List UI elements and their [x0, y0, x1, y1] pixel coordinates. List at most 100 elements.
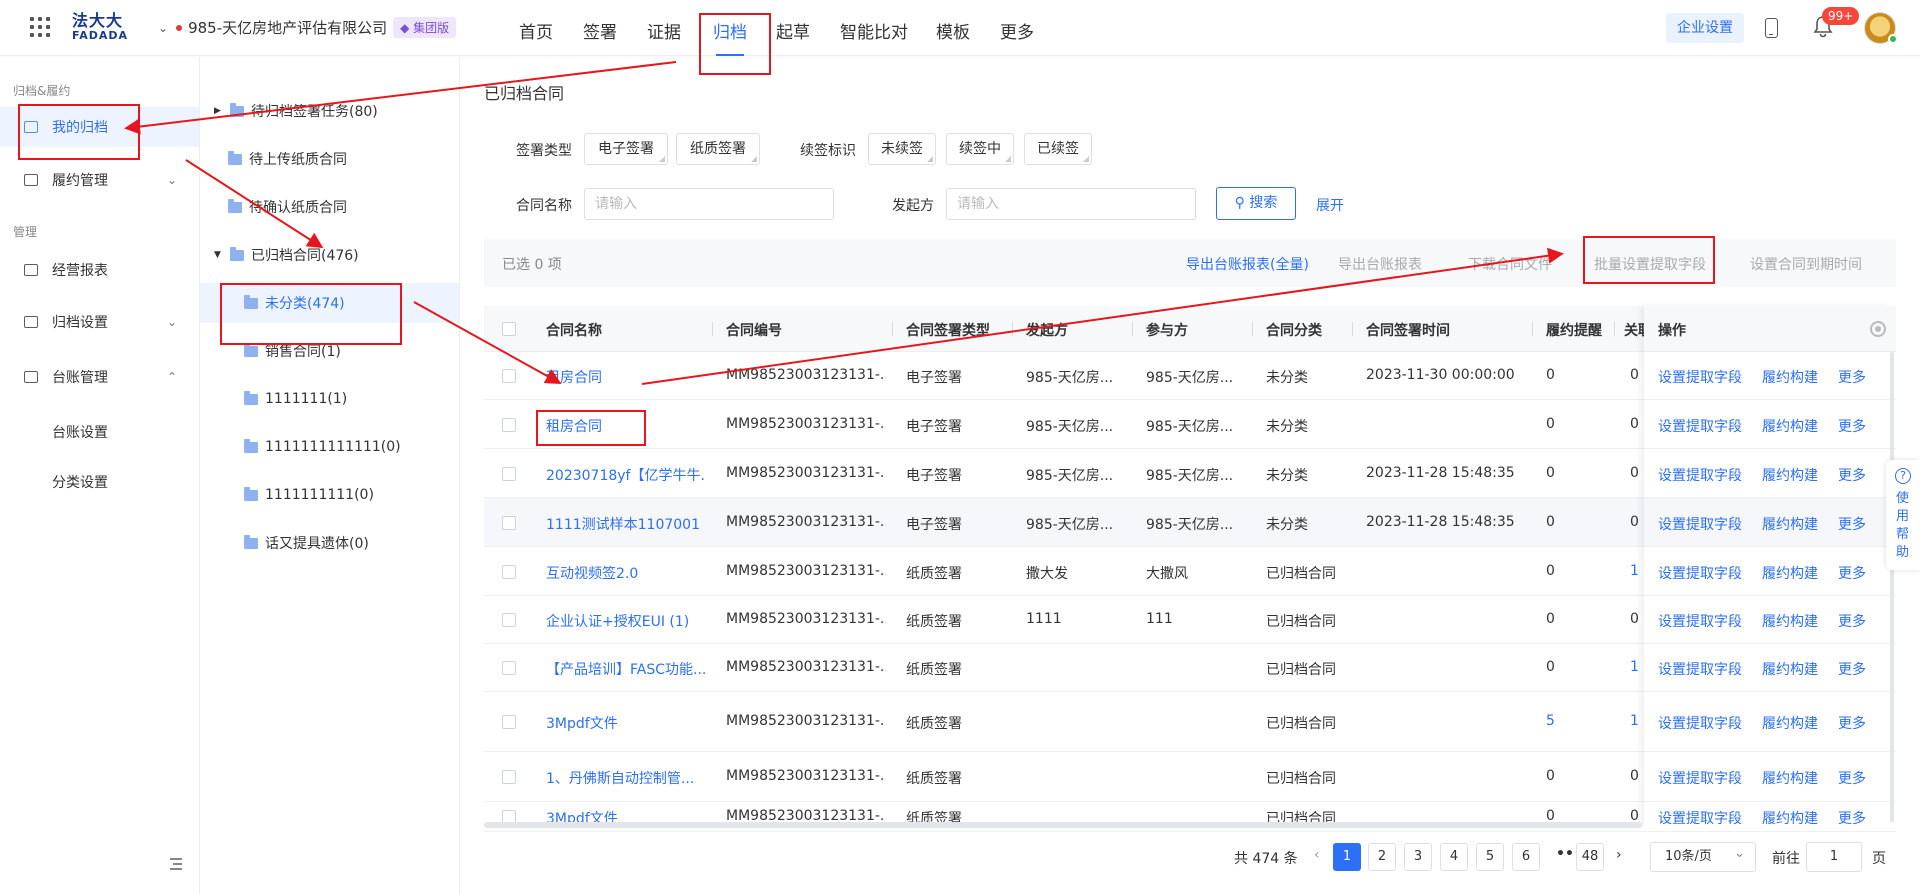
- row-checkbox[interactable]: [502, 516, 516, 530]
- more-link[interactable]: 更多: [1838, 563, 1866, 583]
- set-fields-link[interactable]: 设置提取字段: [1658, 611, 1742, 631]
- contract-name-input[interactable]: 请输入: [584, 188, 834, 220]
- more-link[interactable]: 更多: [1838, 367, 1866, 387]
- col-divider[interactable]: [1132, 322, 1133, 336]
- tree-item-pending-confirm[interactable]: 待确认纸质合同: [228, 187, 347, 227]
- page-3[interactable]: 3: [1404, 843, 1432, 871]
- set-expiry-button[interactable]: 设置合同到期时间: [1750, 254, 1862, 274]
- build-performance-link[interactable]: 履约构建: [1762, 465, 1818, 485]
- set-fields-link[interactable]: 设置提取字段: [1658, 514, 1742, 534]
- prev-page-icon[interactable]: ‹: [1314, 847, 1320, 863]
- build-performance-link[interactable]: 履约构建: [1762, 563, 1818, 583]
- cell-contract-name[interactable]: 1、丹佛斯自动控制管...: [546, 768, 706, 788]
- more-link[interactable]: 更多: [1838, 659, 1866, 679]
- tree-item-other[interactable]: 话又提具遗体(0): [244, 523, 369, 563]
- more-link[interactable]: 更多: [1838, 465, 1866, 485]
- row-checkbox[interactable]: [502, 369, 516, 383]
- cell-contract-name[interactable]: 租房合同: [546, 367, 706, 387]
- build-performance-link[interactable]: 履约构建: [1762, 367, 1818, 387]
- build-performance-link[interactable]: 履约构建: [1762, 808, 1818, 828]
- vertical-scrollbar[interactable]: [1890, 352, 1894, 822]
- cell-contract-name[interactable]: 3Mpdf文件: [546, 713, 706, 733]
- cell-contract-name[interactable]: 20230718yf【亿学牛牛...: [546, 465, 706, 485]
- sidebar-item-ledger-settings[interactable]: 台账设置: [52, 422, 108, 442]
- more-link[interactable]: 更多: [1838, 514, 1866, 534]
- tag-renewing[interactable]: 续签中: [946, 133, 1014, 165]
- sidebar-item-reports[interactable]: 经营报表: [0, 250, 199, 290]
- help-float-button[interactable]: ? 使用帮助: [1886, 460, 1920, 570]
- set-fields-link[interactable]: 设置提取字段: [1658, 768, 1742, 788]
- expand-link[interactable]: 展开: [1316, 195, 1344, 215]
- cell-contract-name[interactable]: 互动视频签2.0: [546, 563, 706, 583]
- set-fields-link[interactable]: 设置提取字段: [1658, 659, 1742, 679]
- set-fields-link[interactable]: 设置提取字段: [1658, 465, 1742, 485]
- initiator-input[interactable]: 请输入: [946, 188, 1196, 220]
- more-link[interactable]: 更多: [1838, 416, 1866, 436]
- nav-draft[interactable]: 起草: [776, 18, 810, 43]
- tree-item-1111111111111[interactable]: 1111111111111(0): [244, 427, 401, 467]
- nav-sign[interactable]: 签署: [583, 18, 617, 43]
- page-5[interactable]: 5: [1476, 843, 1504, 871]
- company-switcher[interactable]: ⌄ 985-天亿房地产评估有限公司 ◆ 集团版: [158, 17, 457, 38]
- export-all-button[interactable]: 导出台账报表(全量): [1186, 254, 1309, 274]
- page-2[interactable]: 2: [1368, 843, 1396, 871]
- tag-not-renewed[interactable]: 未续签: [868, 133, 936, 165]
- mobile-icon[interactable]: [1765, 18, 1778, 38]
- select-all-checkbox[interactable]: [502, 322, 516, 336]
- fadada-logo[interactable]: 法大大 FADADA: [72, 12, 127, 44]
- gear-icon[interactable]: [1870, 321, 1886, 337]
- sidebar-item-category-settings[interactable]: 分类设置: [52, 472, 108, 492]
- row-checkbox[interactable]: [502, 565, 516, 579]
- row-checkbox[interactable]: [502, 770, 516, 784]
- sidebar-item-performance[interactable]: 履约管理 ⌄: [0, 160, 199, 200]
- search-button[interactable]: ⚲ 搜索: [1216, 187, 1296, 220]
- nav-evidence[interactable]: 证据: [647, 18, 681, 43]
- tree-item-archived[interactable]: ▼ 已归档合同(476): [214, 235, 359, 275]
- col-divider[interactable]: [1012, 322, 1013, 336]
- col-divider[interactable]: [712, 322, 713, 336]
- set-fields-link[interactable]: 设置提取字段: [1658, 713, 1742, 733]
- horizontal-scrollbar[interactable]: [484, 822, 1642, 828]
- build-performance-link[interactable]: 履约构建: [1762, 713, 1818, 733]
- sidebar-item-archive-settings[interactable]: 归档设置 ⌄: [0, 302, 199, 342]
- set-fields-link[interactable]: 设置提取字段: [1658, 367, 1742, 387]
- tree-item-pending-upload[interactable]: 待上传纸质合同: [228, 139, 347, 179]
- nav-compare[interactable]: 智能比对: [840, 18, 908, 43]
- sidebar-item-ledger[interactable]: 台账管理 ⌃: [0, 357, 199, 397]
- cell-contract-name[interactable]: 【产品培训】FASC功能...: [546, 659, 706, 679]
- page-size-select[interactable]: 10条/页: [1650, 840, 1756, 872]
- page-4[interactable]: 4: [1440, 843, 1468, 871]
- row-checkbox[interactable]: [502, 467, 516, 481]
- tag-renewed[interactable]: 已续签: [1024, 133, 1092, 165]
- nav-template[interactable]: 模板: [936, 18, 970, 43]
- collapse-sidebar-icon[interactable]: [166, 858, 182, 872]
- page-6[interactable]: 6: [1512, 843, 1540, 871]
- tag-paper[interactable]: 纸质签署: [676, 133, 760, 165]
- set-fields-link[interactable]: 设置提取字段: [1658, 563, 1742, 583]
- more-link[interactable]: 更多: [1838, 713, 1866, 733]
- build-performance-link[interactable]: 履约构建: [1762, 514, 1818, 534]
- export-button[interactable]: 导出台账报表: [1338, 254, 1422, 274]
- row-checkbox[interactable]: [502, 418, 516, 432]
- col-divider[interactable]: [1614, 322, 1615, 336]
- col-divider[interactable]: [1352, 322, 1353, 336]
- more-link[interactable]: 更多: [1838, 808, 1866, 828]
- col-divider[interactable]: [1252, 322, 1253, 336]
- more-link[interactable]: 更多: [1838, 611, 1866, 631]
- build-performance-link[interactable]: 履约构建: [1762, 611, 1818, 631]
- set-fields-link[interactable]: 设置提取字段: [1658, 416, 1742, 436]
- page-last[interactable]: 48: [1576, 843, 1604, 871]
- next-page-icon[interactable]: ›: [1616, 847, 1622, 863]
- more-link[interactable]: 更多: [1838, 768, 1866, 788]
- tag-electronic[interactable]: 电子签署: [584, 133, 668, 165]
- build-performance-link[interactable]: 履约构建: [1762, 659, 1818, 679]
- nav-home[interactable]: 首页: [519, 18, 553, 43]
- build-performance-link[interactable]: 履约构建: [1762, 416, 1818, 436]
- row-checkbox[interactable]: [502, 613, 516, 627]
- cell-contract-name[interactable]: 企业认证+授权EUI (1): [546, 611, 706, 631]
- nav-more[interactable]: 更多: [1000, 18, 1034, 43]
- row-checkbox[interactable]: [502, 715, 516, 729]
- tree-item-pending-tasks[interactable]: ▶ 待归档签署任务(80): [214, 91, 378, 131]
- col-divider[interactable]: [892, 322, 893, 336]
- tree-item-1111111[interactable]: 1111111(1): [244, 379, 347, 419]
